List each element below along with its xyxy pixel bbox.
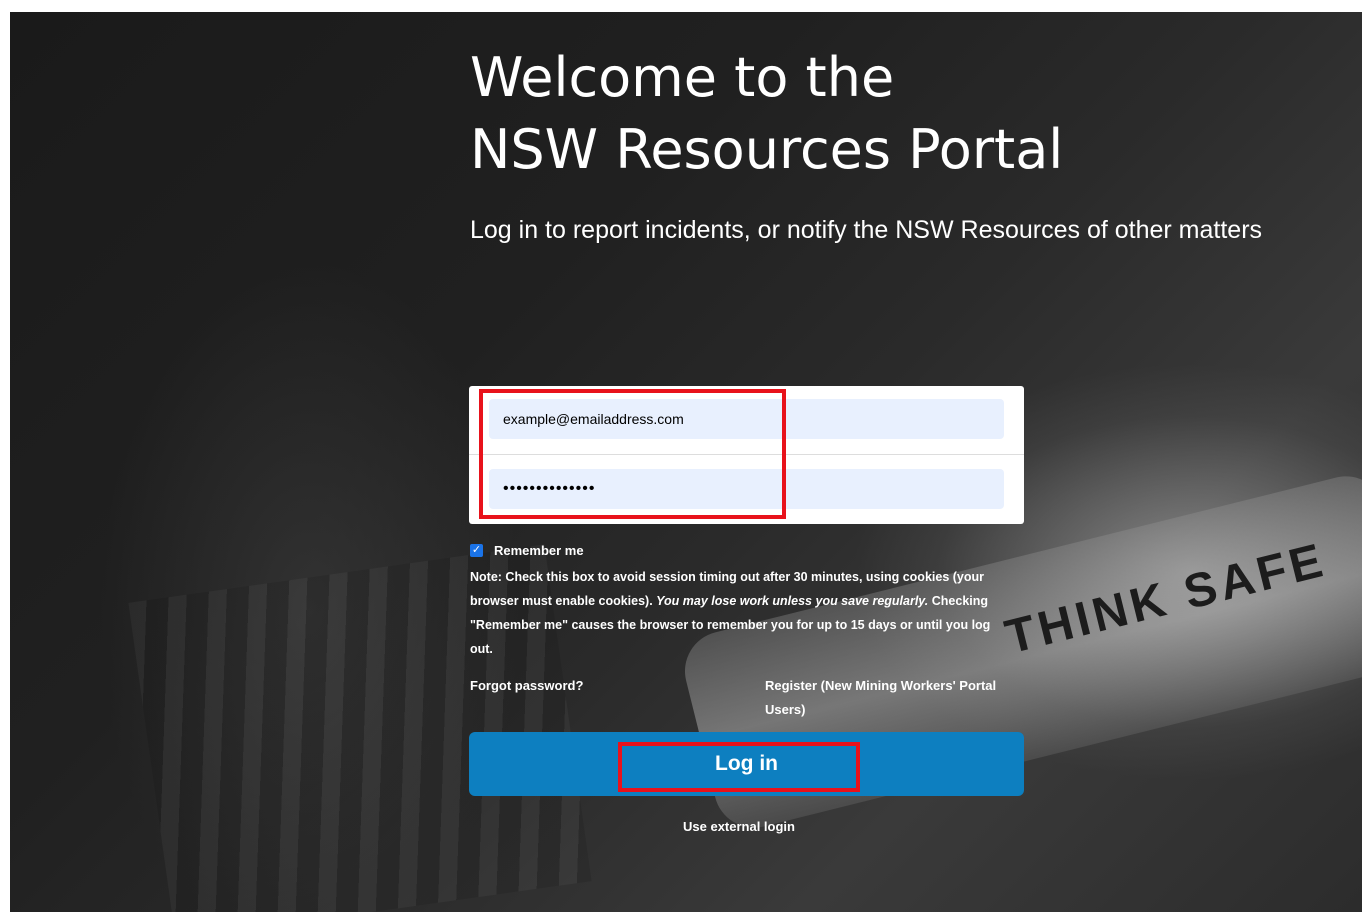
remember-me-label[interactable]: Remember me: [494, 543, 584, 558]
page-title-line2: NSW Resources Portal: [470, 118, 1064, 181]
highlight-credentials-box: [479, 389, 786, 519]
highlight-login-box: [618, 742, 860, 792]
note-label: Note:: [470, 570, 502, 584]
remember-me-note: Note: Check this box to avoid session ti…: [470, 565, 1015, 661]
remember-me-checkbox[interactable]: ✓: [470, 544, 483, 557]
note-text-italic: You may lose work unless you save regula…: [656, 594, 929, 608]
page-subtitle: Log in to report incidents, or notify th…: [470, 216, 1263, 244]
register-link[interactable]: Register (New Mining Workers' Portal Use…: [765, 674, 1015, 722]
forgot-password-link[interactable]: Forgot password?: [470, 674, 583, 698]
page-title: Welcome to the NSW Resources Portal: [470, 42, 1063, 186]
remember-me-row[interactable]: ✓ Remember me: [470, 543, 584, 558]
page-title-line1: Welcome to the: [470, 46, 895, 109]
external-login-link[interactable]: Use external login: [683, 815, 795, 839]
